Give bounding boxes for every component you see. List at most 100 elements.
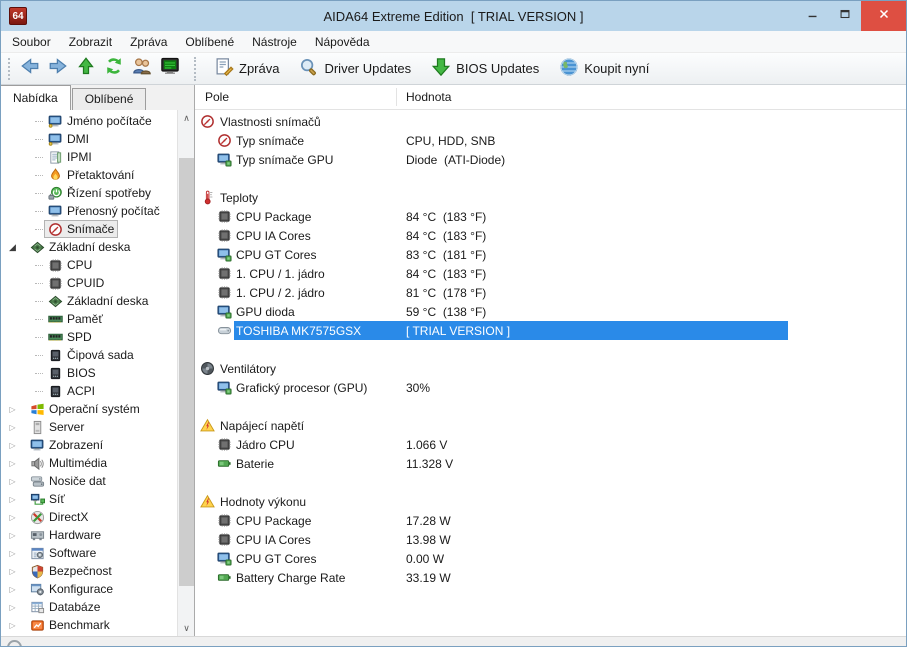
sensor-row-j-dro-cpu[interactable]: Jádro CPU1.066 V <box>195 435 907 454</box>
tree-item-zen-spot-eby[interactable]: Řízení spotřeby <box>1 184 194 202</box>
expand-arrow-icon[interactable]: ▷ <box>6 531 19 540</box>
back-button[interactable] <box>16 56 44 82</box>
section-title-row[interactable]: Hodnoty výkonu <box>195 492 907 511</box>
expand-arrow-icon[interactable]: ◢ <box>6 242 19 253</box>
menu-item-obl-ben[interactable]: Oblíbené <box>176 31 243 53</box>
tree-item-z-kladn-deska[interactable]: Základní deska <box>1 292 194 310</box>
users-button[interactable] <box>128 56 156 82</box>
tree-item-label: CPUID <box>67 276 104 290</box>
close-button[interactable] <box>861 1 906 31</box>
sensor-row-baterie[interactable]: Baterie11.328 V <box>195 454 907 473</box>
tree-item-hardware[interactable]: ▷Hardware <box>1 526 194 544</box>
sensor-row-cpu-package[interactable]: CPU Package17.28 W <box>195 511 907 530</box>
column-header-hodnota[interactable]: Hodnota <box>406 90 451 104</box>
section-title-row[interactable]: Vlastnosti snímačů <box>195 112 907 131</box>
expand-arrow-icon[interactable]: ▷ <box>6 513 19 522</box>
expand-arrow-icon[interactable]: ▷ <box>6 477 19 486</box>
sensor-label: CPU Package <box>236 514 311 528</box>
menu-item-n-pov-da[interactable]: Nápověda <box>306 31 379 53</box>
expand-arrow-icon[interactable]: ▷ <box>6 441 19 450</box>
column-header-pole[interactable]: Pole <box>205 90 229 104</box>
refresh-icon <box>104 56 124 81</box>
tree-item-s[interactable]: ▷Síť <box>1 490 194 508</box>
tab-obl-ben[interactable]: Oblíbené <box>72 88 147 110</box>
tree-item-acpi[interactable]: ACPI <box>1 382 194 400</box>
tree-item-p-enosn-po-ta[interactable]: Přenosný počítač <box>1 202 194 220</box>
maximize-button[interactable] <box>829 1 861 31</box>
section-title-row[interactable]: Ventilátory <box>195 359 907 378</box>
tree-item-cpuid[interactable]: CPUID <box>1 274 194 292</box>
close-icon <box>877 7 891 26</box>
menu-item-n-stroje[interactable]: Nástroje <box>243 31 306 53</box>
sensor-row-battery-charge-rate[interactable]: Battery Charge Rate33.19 W <box>195 568 907 587</box>
tree-item-spd[interactable]: SPD <box>1 328 194 346</box>
tree-item-server[interactable]: ▷Server <box>1 418 194 436</box>
tree-item-z-kladn-deska[interactable]: ◢Základní deska <box>1 238 194 256</box>
tree-item-konfigurace[interactable]: ▷Konfigurace <box>1 580 194 598</box>
sensor-row-cpu-ia-cores[interactable]: CPU IA Cores13.98 W <box>195 530 907 549</box>
sensor-row-typ-sn-ma-e-gpu[interactable]: Typ snímače GPUDiode (ATI-Diode) <box>195 150 907 169</box>
tree-item-software[interactable]: ▷Software <box>1 544 194 562</box>
toolbar-button-bios-updates[interactable]: BIOS Updates <box>421 56 549 82</box>
minimize-button[interactable] <box>797 1 829 31</box>
scroll-down-icon[interactable]: ∨ <box>178 620 194 637</box>
expand-arrow-icon[interactable]: ▷ <box>6 459 19 468</box>
toolbar-button-driver-updates[interactable]: Driver Updates <box>289 56 421 82</box>
tree-item-ipmi[interactable]: IPMI <box>1 148 194 166</box>
expand-arrow-icon[interactable]: ▷ <box>6 495 19 504</box>
expand-arrow-icon[interactable]: ▷ <box>6 423 19 432</box>
tree-item-sn-ma-e[interactable]: Snímače <box>1 220 194 238</box>
refresh-button[interactable] <box>100 56 128 82</box>
tree-item-label: IPMI <box>67 150 92 164</box>
tree-item-datab-ze[interactable]: ▷Databáze <box>1 598 194 616</box>
expand-arrow-icon[interactable]: ▷ <box>6 567 19 576</box>
scrollbar-thumb[interactable] <box>179 158 194 586</box>
tree-item-pam[interactable]: Paměť <box>1 310 194 328</box>
tab-nab-dka[interactable]: Nabídka <box>1 85 71 110</box>
menu-item-zobrazit[interactable]: Zobrazit <box>60 31 121 53</box>
tree-item-bios[interactable]: BIOS <box>1 364 194 382</box>
tree-scrollbar[interactable]: ∧ ∨ <box>177 110 194 637</box>
expand-arrow-icon[interactable]: ▷ <box>6 621 19 630</box>
tree-item-multim-dia[interactable]: ▷Multimédia <box>1 454 194 472</box>
tree-item-cpu[interactable]: CPU <box>1 256 194 274</box>
column-divider[interactable] <box>396 88 397 106</box>
tree-item-p-etaktov-n[interactable]: Přetaktování <box>1 166 194 184</box>
sensor-row-toshiba-mk7575gsx[interactable]: TOSHIBA MK7575GSX[ TRIAL VERSION ] <box>195 321 907 340</box>
menu-item-zpr-va[interactable]: Zpráva <box>121 31 176 53</box>
sensor-row-1-cpu-1-j-dro[interactable]: 1. CPU / 1. jádro84 °C (183 °F) <box>195 264 907 283</box>
warning-icon <box>200 418 215 433</box>
sensor-row-gpu-dioda[interactable]: GPU dioda59 °C (138 °F) <box>195 302 907 321</box>
tree-item-opera-n-syst-m[interactable]: ▷Operační systém <box>1 400 194 418</box>
sensor-row-cpu-package[interactable]: CPU Package84 °C (183 °F) <box>195 207 907 226</box>
tree-item-content: Zobrazení <box>26 436 107 454</box>
scroll-up-icon[interactable]: ∧ <box>178 110 194 127</box>
expand-arrow-icon[interactable]: ▷ <box>6 405 19 414</box>
sensor-row-grafick-procesor-gpu[interactable]: Grafický procesor (GPU)30% <box>195 378 907 397</box>
expand-arrow-icon[interactable]: ▷ <box>6 585 19 594</box>
menu-item-soubor[interactable]: Soubor <box>3 31 60 53</box>
tree-item-dmi[interactable]: DMI <box>1 130 194 148</box>
toolbar-button-koupit-nyn[interactable]: Koupit nyní <box>549 56 659 82</box>
sensor-row-cpu-gt-cores[interactable]: CPU GT Cores0.00 W <box>195 549 907 568</box>
section-title-row[interactable]: Napájecí napětí <box>195 416 907 435</box>
gauge-icon <box>48 222 63 237</box>
expand-arrow-icon[interactable]: ▷ <box>6 603 19 612</box>
forward-button[interactable] <box>44 56 72 82</box>
tree-item-nosi-e-dat[interactable]: ▷Nosiče dat <box>1 472 194 490</box>
toolbar-button-zpr-va[interactable]: Zpráva <box>204 56 289 82</box>
sensor-row-cpu-gt-cores[interactable]: CPU GT Cores83 °C (181 °F) <box>195 245 907 264</box>
expand-arrow-icon[interactable]: ▷ <box>6 549 19 558</box>
sensor-row-typ-sn-ma-e[interactable]: Typ snímačeCPU, HDD, SNB <box>195 131 907 150</box>
tree-item-jm-no-po-ta-e[interactable]: Jméno počítače <box>1 112 194 130</box>
sensor-row-cpu-ia-cores[interactable]: CPU IA Cores84 °C (183 °F) <box>195 226 907 245</box>
tree-item-directx[interactable]: ▷DirectX <box>1 508 194 526</box>
tree-item-ipov-sada[interactable]: Čipová sada <box>1 346 194 364</box>
section-title-row[interactable]: Teploty <box>195 188 907 207</box>
remote-monitor-button[interactable] <box>156 56 184 82</box>
tree-item-zobrazen[interactable]: ▷ Zobrazení <box>1 436 194 454</box>
sensor-row-1-cpu-2-j-dro[interactable]: 1. CPU / 2. jádro81 °C (178 °F) <box>195 283 907 302</box>
up-button[interactable] <box>72 56 100 82</box>
tree-item-benchmark[interactable]: ▷Benchmark <box>1 616 194 634</box>
tree-item-bezpe-nost[interactable]: ▷Bezpečnost <box>1 562 194 580</box>
